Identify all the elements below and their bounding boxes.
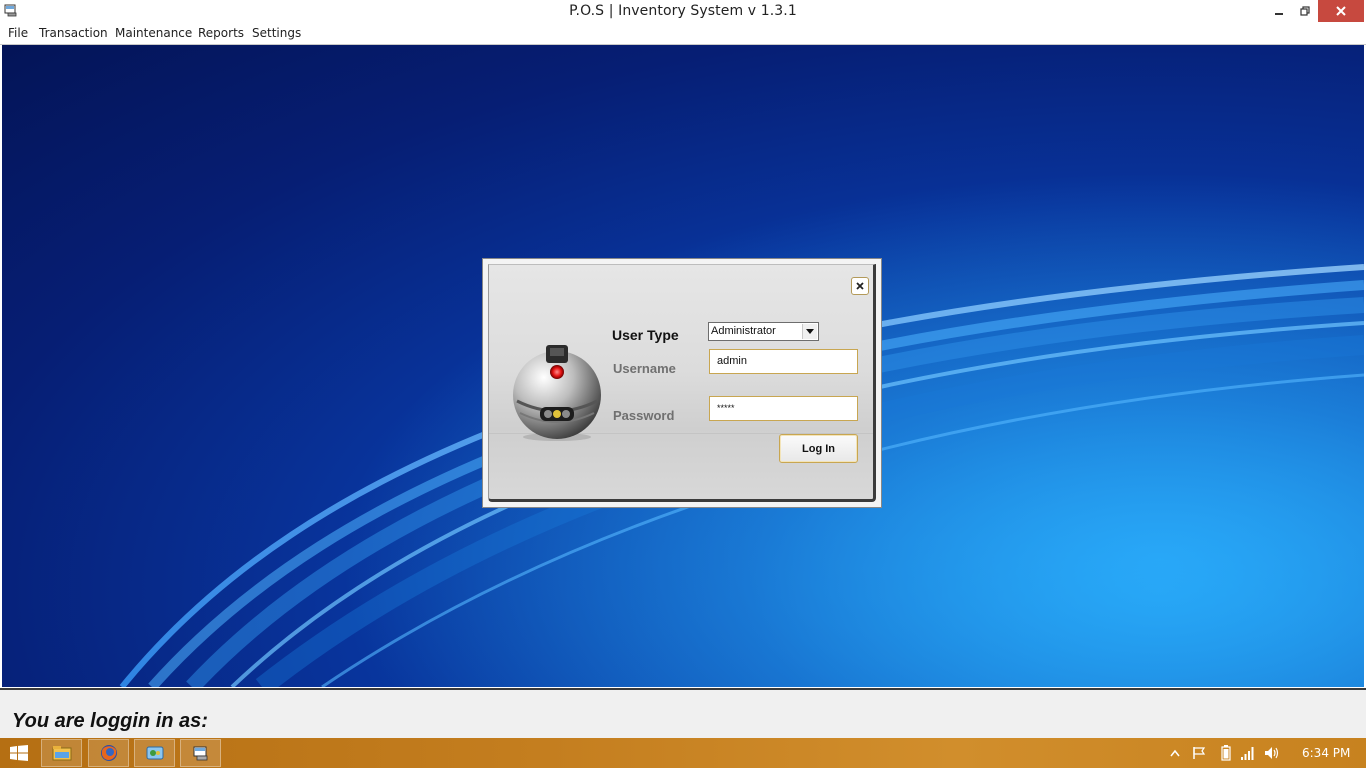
clock[interactable]: 6:34 PM xyxy=(1302,746,1350,760)
action-center-flag-icon[interactable] xyxy=(1192,746,1206,760)
username-field[interactable]: admin xyxy=(709,349,858,374)
close-icon xyxy=(1336,6,1346,16)
volume-icon[interactable] xyxy=(1264,745,1280,761)
username-label: Username xyxy=(613,361,676,376)
menu-maintenance[interactable]: Maintenance xyxy=(115,26,192,40)
user-type-value: Administrator xyxy=(711,325,776,337)
minimize-button[interactable] xyxy=(1266,0,1292,22)
password-label: Password xyxy=(613,408,675,423)
login-status-text: You are loggin in as: xyxy=(12,710,208,732)
menu-settings[interactable]: Settings xyxy=(252,26,301,40)
taskbar: 6:34 PM xyxy=(0,738,1366,768)
taskbar-pos-app[interactable] xyxy=(180,739,221,767)
windows-start-icon[interactable] xyxy=(10,745,28,761)
restore-button[interactable] xyxy=(1292,0,1318,22)
control-panel-icon xyxy=(146,746,163,760)
restore-icon xyxy=(1300,6,1310,16)
robot-sphere-icon xyxy=(513,345,601,441)
user-type-label: User Type xyxy=(612,327,679,343)
taskbar-control-panel[interactable] xyxy=(134,739,175,767)
login-panel: User Type Administrator Username admin P… xyxy=(488,264,876,502)
user-type-select[interactable]: Administrator xyxy=(708,322,819,341)
menu-file[interactable]: File xyxy=(8,26,28,40)
menu-bar: File Transaction Maintenance Reports Set… xyxy=(0,22,1366,45)
network-signal-icon[interactable] xyxy=(1240,745,1256,761)
menu-transaction[interactable]: Transaction xyxy=(39,26,108,40)
show-hidden-icons-icon[interactable] xyxy=(1170,749,1180,757)
menu-reports[interactable]: Reports xyxy=(198,26,244,40)
firefox-icon xyxy=(100,745,117,761)
dialog-close-button[interactable] xyxy=(851,277,869,295)
taskbar-file-explorer[interactable] xyxy=(41,739,82,767)
close-icon xyxy=(856,282,864,290)
login-button[interactable]: Log In xyxy=(779,434,858,463)
title-bar: P.O.S | Inventory System v 1.3.1 xyxy=(0,0,1366,22)
login-dialog: User Type Administrator Username admin P… xyxy=(482,258,882,508)
minimize-icon xyxy=(1275,13,1283,15)
window-title: P.O.S | Inventory System v 1.3.1 xyxy=(569,3,797,19)
battery-icon[interactable] xyxy=(1221,745,1231,761)
status-bar: You are loggin in as: xyxy=(0,688,1366,740)
taskbar-firefox[interactable] xyxy=(88,739,129,767)
chevron-down-icon[interactable] xyxy=(802,324,817,339)
password-field[interactable]: ***** xyxy=(709,396,858,421)
close-window-button[interactable] xyxy=(1318,0,1364,22)
file-explorer-icon xyxy=(52,746,71,761)
pos-app-icon xyxy=(193,746,207,761)
